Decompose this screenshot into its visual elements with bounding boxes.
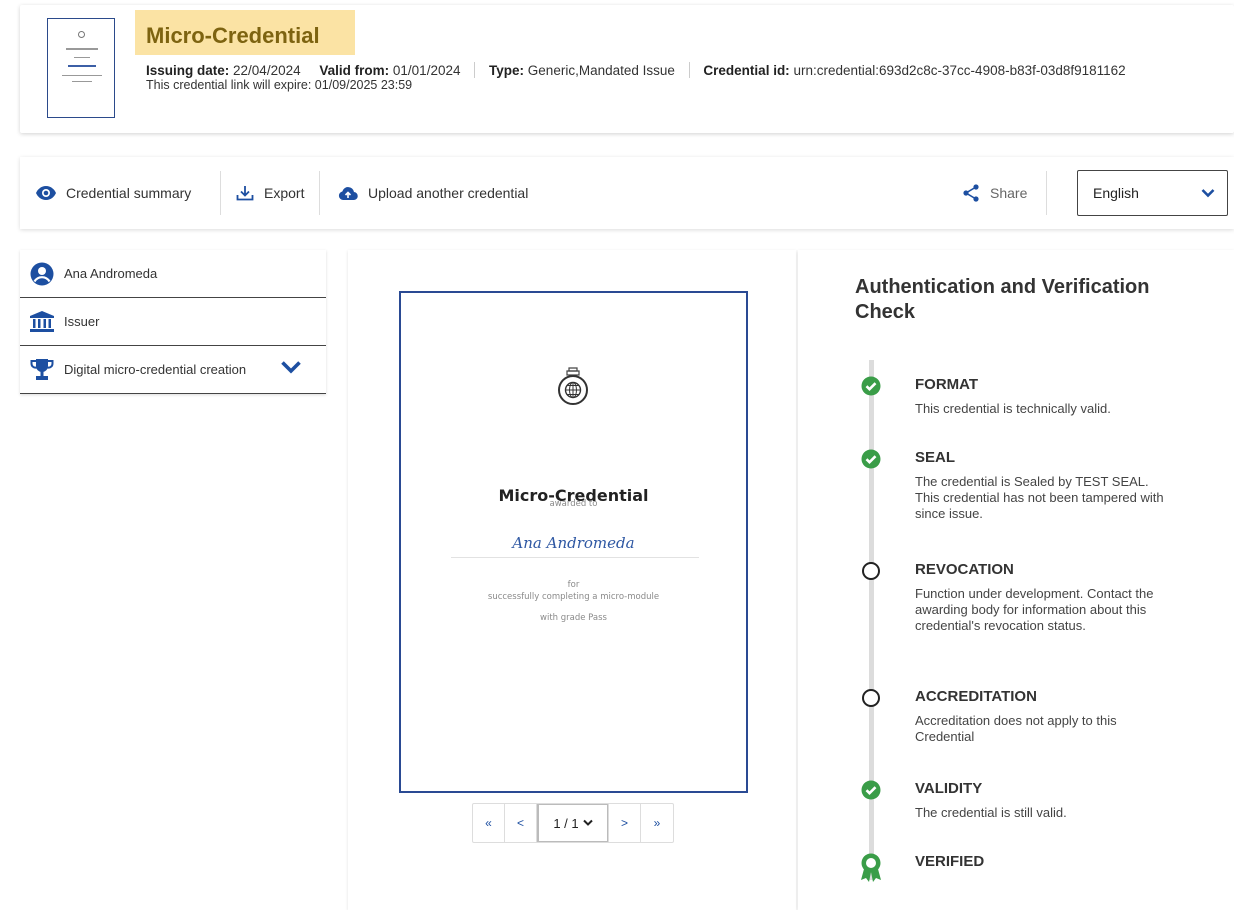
check-circle-icon: [861, 780, 881, 800]
credential-id-value: urn:credential:693d2c8c-37cc-4908-b83f-0…: [793, 63, 1126, 78]
award-ribbon-icon: [861, 853, 881, 882]
check-title: SEAL: [915, 449, 956, 466]
sidebar-item-issuer[interactable]: Issuer: [20, 298, 326, 346]
sidebar-item-achievement[interactable]: Digital micro-credential creation: [20, 346, 326, 394]
verification-panel: Authentication and Verification Check FO…: [798, 250, 1234, 910]
document-preview-panel: Micro-Credential awarded to Ana Andromed…: [348, 250, 796, 910]
chevron-down-icon[interactable]: [280, 360, 302, 374]
empty-circle-icon: [862, 689, 880, 707]
language-value: English: [1093, 185, 1139, 201]
check-description: Function under development. Contact the …: [915, 586, 1154, 633]
awarded-to-text: awarded to: [549, 499, 598, 509]
check-title: VALIDITY: [915, 780, 983, 797]
check-title: VERIFIED: [915, 853, 985, 870]
credential-summary-label: Credential summary: [66, 185, 192, 201]
next-page-button[interactable]: >: [609, 804, 641, 842]
credential-sidebar: Ana Andromeda Issuer Digital micro-crede…: [20, 250, 326, 394]
page-select-value: 1 / 1: [553, 815, 579, 831]
sidebar-item-recipient[interactable]: Ana Andromeda: [20, 250, 326, 298]
type-value: Generic,Mandated Issue: [527, 63, 675, 78]
first-page-button[interactable]: «: [473, 804, 505, 842]
check-circle-icon: [861, 376, 881, 396]
credential-summary-button[interactable]: Credential summary: [36, 157, 191, 229]
credential-id-label: Credential id:: [703, 63, 790, 78]
toolbar: Credential summary Export Upload another…: [20, 157, 1234, 229]
pagination: « < 1 / 1 > »: [472, 803, 674, 843]
page-select[interactable]: 1 / 1: [537, 804, 609, 842]
check-description: The credential is Sealed by TEST SEAL. T…: [915, 474, 1164, 521]
sidebar-item-label: Ana Andromeda: [64, 266, 158, 281]
empty-circle-icon: [862, 562, 880, 580]
timeline-bar: [869, 360, 874, 880]
for-text: for: [567, 580, 580, 590]
last-page-button[interactable]: »: [641, 804, 673, 842]
check-description: This credential is technically valid.: [915, 401, 1111, 416]
check-description: Accreditation does not apply to this Cre…: [915, 713, 1117, 744]
trophy-icon: [30, 358, 54, 380]
upload-label: Upload another credential: [368, 185, 529, 201]
check-title: ACCREDITATION: [915, 688, 1037, 705]
issuing-date-value: 22/04/2024: [233, 63, 301, 78]
export-button[interactable]: Export: [236, 157, 304, 229]
credential-thumbnail[interactable]: [47, 18, 115, 118]
eye-icon: [36, 186, 56, 200]
institution-icon: [30, 310, 54, 332]
valid-from-label: Valid from:: [319, 63, 390, 78]
credential-header: Micro-Credential Issuing date: 22/04/202…: [20, 5, 1234, 133]
upload-credential-button[interactable]: Upload another credential: [338, 157, 528, 229]
check-circle-icon: [861, 449, 881, 469]
prev-page-button[interactable]: <: [505, 804, 537, 842]
reason-text: successfully completing a micro-module: [487, 592, 660, 602]
export-label: Export: [264, 185, 305, 201]
recipient-name: Ana Andromeda: [512, 534, 635, 552]
sidebar-item-label: Issuer: [64, 314, 100, 329]
download-icon: [236, 186, 254, 201]
share-icon: [963, 184, 979, 202]
cloud-upload-icon: [338, 186, 358, 200]
credential-meta: Issuing date: 22/04/2024 Valid from: 01/…: [146, 62, 1126, 78]
check-description: The credential is still valid.: [915, 805, 1067, 820]
chevron-down-icon: [582, 819, 593, 826]
check-title: REVOCATION: [915, 561, 1014, 578]
language-select[interactable]: English: [1077, 170, 1228, 216]
issuing-date-label: Issuing date:: [146, 63, 230, 78]
credential-document: Micro-Credential awarded to Ana Andromed…: [399, 291, 748, 793]
grade-text: with grade Pass: [540, 613, 607, 623]
check-title: FORMAT: [915, 376, 979, 393]
verification-title: Authentication and Verification Check: [855, 276, 1150, 323]
seal-icon: [558, 367, 588, 405]
sidebar-item-label: Digital micro-credential creation: [64, 362, 247, 377]
share-label: Share: [990, 185, 1028, 201]
chevron-down-icon: [1201, 189, 1215, 198]
valid-from-value: 01/01/2024: [392, 63, 461, 78]
page-title: Micro-Credential: [146, 23, 320, 48]
user-circle-icon: [30, 262, 54, 285]
share-button[interactable]: Share: [962, 157, 1027, 229]
expire-notice: This credential link will expire: 01/09/…: [146, 78, 413, 92]
type-label: Type:: [489, 63, 525, 78]
